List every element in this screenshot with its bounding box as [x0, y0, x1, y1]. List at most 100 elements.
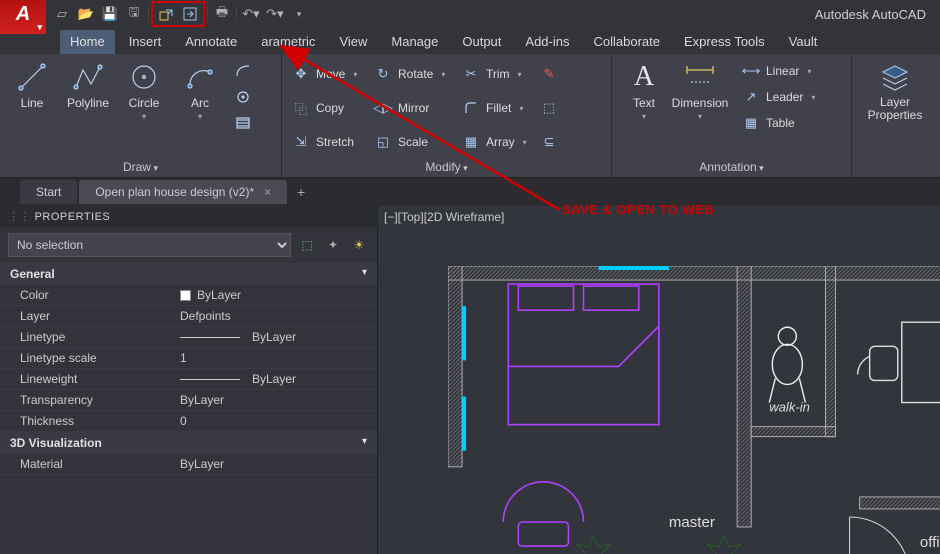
qat-separator [236, 6, 237, 22]
property-key: Lineweight [20, 372, 180, 386]
properties-list: GeneralColorByLayerLayerDefpointsLinetyp… [0, 263, 377, 475]
room-master: master [669, 514, 715, 531]
qat-open-icon[interactable]: 📂 [74, 3, 98, 25]
floorplan-drawing: master walk-in offic [448, 266, 940, 554]
callout-text: SAVE & OPEN TO WEB [562, 202, 714, 217]
tab-document[interactable]: Open plan house design (v2)*× [79, 180, 287, 204]
rect-button[interactable] [230, 60, 256, 82]
mirror-button[interactable]: ◁▷Mirror [370, 97, 456, 119]
explode-icon: ⬚ [540, 99, 558, 117]
array-button[interactable]: ▦Array [458, 131, 534, 153]
table-icon: ▦ [742, 114, 760, 132]
tab-annotate[interactable]: Annotate [175, 30, 247, 54]
text-button[interactable]: AText [618, 58, 670, 121]
panel-annotation-label[interactable]: Annotation [618, 158, 845, 175]
array-icon: ▦ [462, 133, 480, 151]
circle-button[interactable]: Circle [118, 58, 170, 121]
selection-dropdown[interactable]: No selection [8, 233, 291, 257]
view-label[interactable]: [−][Top][2D Wireframe] [384, 210, 504, 224]
copy-button[interactable]: ⿻Copy [288, 97, 368, 119]
properties-panel: PROPERTIES No selection ⬚ ✦ ☀ GeneralCol… [0, 206, 378, 554]
quick-select-icon[interactable]: ⬚ [297, 235, 317, 255]
polyline-icon [71, 60, 105, 94]
erase-button[interactable]: ✎ [536, 63, 562, 85]
property-row[interactable]: ColorByLayer [0, 285, 377, 306]
property-value[interactable]: 1 [180, 351, 187, 365]
new-tab-button[interactable]: + [289, 184, 313, 200]
scale-button[interactable]: ◱Scale [370, 131, 456, 153]
property-row[interactable]: LineweightByLayer [0, 369, 377, 390]
property-key: Thickness [20, 414, 180, 428]
panel-modify-label[interactable]: Modify [288, 158, 605, 175]
property-value[interactable]: ByLayer [180, 372, 296, 386]
trim-button[interactable]: ✂Trim [458, 63, 534, 85]
polyline-button[interactable]: Polyline [62, 58, 114, 110]
region-icon [234, 114, 252, 132]
rotate-button[interactable]: ↻Rotate [370, 63, 456, 85]
property-row[interactable]: MaterialByLayer [0, 454, 377, 475]
tab-output[interactable]: Output [452, 30, 511, 54]
hatch-button[interactable] [230, 86, 256, 108]
arc-button[interactable]: Arc [174, 58, 226, 121]
qat-redo-icon[interactable]: ↷▾ [263, 3, 287, 25]
line-button[interactable]: Line [6, 58, 58, 110]
tab-parametric[interactable]: arametric [251, 30, 325, 54]
property-group[interactable]: 3D Visualization [0, 432, 377, 454]
table-button[interactable]: ▦Table [738, 112, 819, 134]
panel-draw-label[interactable]: Draw [6, 158, 275, 175]
property-value[interactable]: ByLayer [180, 393, 224, 407]
fillet-button[interactable]: Fillet [458, 97, 534, 119]
property-row[interactable]: Thickness0 [0, 411, 377, 432]
rect-icon [234, 62, 252, 80]
property-row[interactable]: LayerDefpoints [0, 306, 377, 327]
dimension-button[interactable]: Dimension [674, 58, 726, 121]
tab-view[interactable]: View [329, 30, 377, 54]
qat-save-icon[interactable]: 💾 [98, 3, 122, 25]
region-button[interactable] [230, 112, 256, 134]
offset-button[interactable]: ⊆ [536, 131, 562, 153]
tab-home[interactable]: Home [60, 30, 115, 54]
panel-draw: Line Polyline Circle Arc Draw [0, 54, 282, 177]
tab-insert[interactable]: Insert [119, 30, 172, 54]
property-value[interactable]: ByLayer [180, 330, 296, 344]
tab-collaborate[interactable]: Collaborate [583, 30, 670, 54]
qat-undo-icon[interactable]: ↶▾ [239, 3, 263, 25]
main-area: PROPERTIES No selection ⬚ ✦ ☀ GeneralCol… [0, 206, 940, 554]
tab-start[interactable]: Start [20, 180, 77, 204]
select-objects-icon[interactable]: ☀ [349, 235, 369, 255]
property-group[interactable]: General [0, 263, 377, 285]
property-key: Layer [20, 309, 180, 323]
property-row[interactable]: Linetype scale1 [0, 348, 377, 369]
qat-plot-icon[interactable]: 🖶 [210, 3, 234, 25]
rotate-icon: ↻ [374, 65, 392, 83]
pickadd-icon[interactable]: ✦ [323, 235, 343, 255]
arc-label: Arc [191, 96, 209, 110]
property-row[interactable]: TransparencyByLayer [0, 390, 377, 411]
qat-open-from-web-icon[interactable] [178, 3, 202, 25]
layer-label: LayerProperties [868, 96, 923, 122]
property-value[interactable]: ByLayer [180, 288, 241, 302]
tab-vault[interactable]: Vault [779, 30, 828, 54]
tab-express[interactable]: Express Tools [674, 30, 775, 54]
qat-save-to-web-icon[interactable] [154, 3, 178, 25]
layer-properties-button[interactable]: LayerProperties [860, 58, 930, 122]
stretch-button[interactable]: ⇲Stretch [288, 131, 368, 153]
tab-manage[interactable]: Manage [381, 30, 448, 54]
properties-title: PROPERTIES [0, 206, 377, 227]
explode-button[interactable]: ⬚ [536, 97, 562, 119]
qat-new-icon[interactable]: ▱ [50, 3, 74, 25]
tab-addins[interactable]: Add-ins [515, 30, 579, 54]
move-button[interactable]: ✥Move [288, 63, 368, 85]
property-value[interactable]: Defpoints [180, 309, 231, 323]
qat-saveas-icon[interactable]: 🖫 [122, 3, 146, 25]
property-row[interactable]: LinetypeByLayer [0, 327, 377, 348]
drawing-canvas[interactable]: [−][Top][2D Wireframe] [378, 206, 940, 554]
close-icon[interactable]: × [264, 185, 271, 199]
leader-button[interactable]: ↗Leader [738, 86, 819, 108]
qat-dropdown-icon[interactable]: ▾ [287, 3, 311, 25]
property-value[interactable]: 0 [180, 414, 187, 428]
app-menu-button[interactable]: A [0, 0, 46, 34]
property-value[interactable]: ByLayer [180, 457, 224, 471]
qat-separator [207, 6, 208, 22]
linear-button[interactable]: ⟷Linear [738, 60, 819, 82]
